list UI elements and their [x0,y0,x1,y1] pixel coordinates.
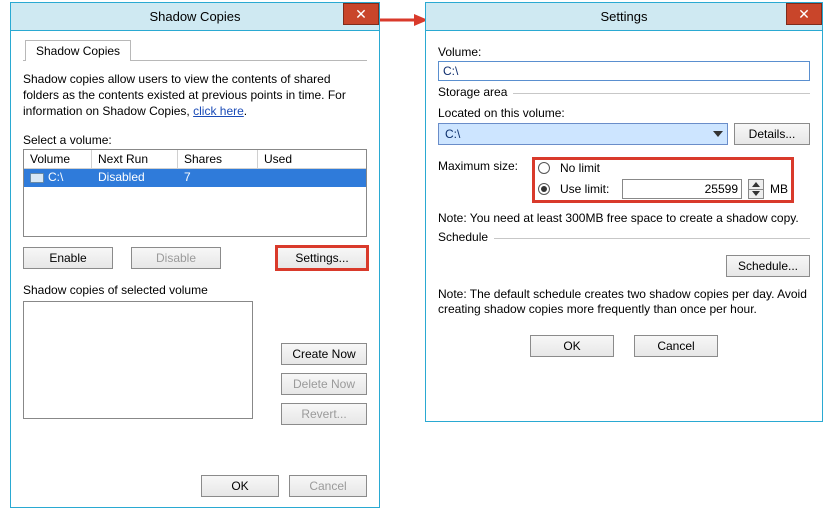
titlebar: Shadow Copies ✕ [11,3,379,31]
selected-copies-list[interactable] [23,301,253,419]
cell-volume: C:\ [24,169,92,187]
mb-label: MB [770,182,788,196]
volume-input[interactable]: C:\ [438,61,810,81]
close-icon[interactable]: ✕ [786,3,822,25]
chevron-up-icon [752,182,760,187]
col-used[interactable]: Used [258,150,366,168]
enable-button[interactable]: Enable [23,247,113,269]
create-now-button[interactable]: Create Now [281,343,367,365]
grid-header: Volume Next Run Time Shares Used [24,150,366,169]
cancel-button: Cancel [289,475,367,497]
details-button[interactable]: Details... [734,123,810,145]
col-volume[interactable]: Volume [24,150,92,168]
located-volume-combo[interactable]: C:\ [438,123,728,145]
radio-icon [538,183,550,195]
drive-icon [30,173,44,183]
revert-button: Revert... [281,403,367,425]
titlebar: Settings ✕ [426,3,822,31]
chevron-down-icon [752,191,760,196]
table-row[interactable]: C:\ Disabled 7 [24,169,366,187]
select-volume-label: Select a volume: [23,133,367,147]
maximum-size-label: Maximum size: [438,159,534,173]
window-title: Shadow Copies [149,9,240,24]
settings-button[interactable]: Settings... [277,247,367,269]
cell-used [258,169,366,187]
schedule-title: Schedule [438,230,494,244]
volume-grid[interactable]: Volume Next Run Time Shares Used C:\ Dis… [23,149,367,237]
storage-note: Note: You need at least 300MB free space… [438,211,810,226]
use-limit-option[interactable]: Use limit: MB [538,179,788,199]
tabs: Shadow Copies [23,39,367,61]
cell-shares: 7 [178,169,258,187]
ok-button[interactable]: OK [201,475,279,497]
schedule-button[interactable]: Schedule... [726,255,810,277]
col-shares[interactable]: Shares [178,150,258,168]
cancel-button[interactable]: Cancel [634,335,718,357]
selected-volume-label: Shadow copies of selected volume [23,283,367,297]
click-here-link[interactable]: click here [193,104,244,118]
window-title: Settings [601,9,648,24]
shadow-copies-window: Shadow Copies ✕ Shadow Copies Shadow cop… [10,2,380,508]
disable-button: Disable [131,247,221,269]
delete-now-button: Delete Now [281,373,367,395]
volume-label: Volume: [438,45,810,59]
chevron-down-icon [713,131,723,137]
cell-nextrun: Disabled [92,169,178,187]
col-nextrun[interactable]: Next Run Time [92,150,178,168]
located-label: Located on this volume: [438,106,810,120]
no-limit-option[interactable]: No limit [538,161,788,175]
ok-button[interactable]: OK [530,335,614,357]
settings-window: Settings ✕ Volume: C:\ Storage area Loca… [425,2,823,422]
schedule-note: Note: The default schedule creates two s… [438,287,810,317]
close-icon[interactable]: ✕ [343,3,379,25]
limit-input[interactable] [622,179,742,199]
storage-area-title: Storage area [438,85,513,99]
radio-icon [538,162,550,174]
limit-spinner[interactable] [748,179,764,199]
description: Shadow copies allow users to view the co… [23,71,367,119]
tab-shadow-copies[interactable]: Shadow Copies [25,40,131,61]
